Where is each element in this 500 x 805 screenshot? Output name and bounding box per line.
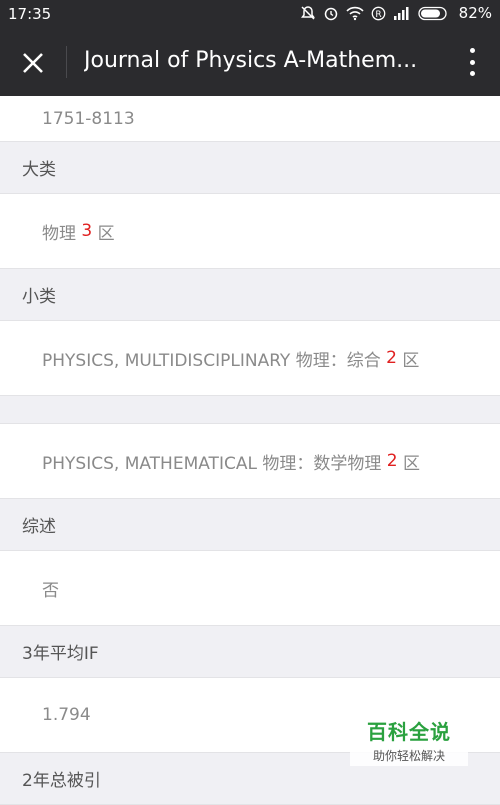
watermark-logo: 百科全说 助你轻松解决 [350, 710, 468, 766]
major-category-rank: 3 [81, 221, 93, 241]
minor-category-1-suffix: 区 [396, 350, 420, 371]
review-label-row: 综述 [0, 499, 500, 551]
journal-details: 1751-8113 大类 物理 3 区 小类 PHYSICS, MULTIDIS… [0, 96, 500, 805]
more-vertical-icon [469, 48, 475, 53]
major-category-value-row: 物理 3 区 [0, 194, 500, 269]
major-category-suffix: 区 [92, 223, 115, 244]
minor-category-row-2: PHYSICS, MATHEMATICAL 物理：数学物理 2 区 [0, 424, 500, 499]
major-category-prefix: 物理 [42, 223, 82, 244]
section-spacer [0, 396, 500, 424]
review-value: 否 [42, 580, 59, 601]
header-divider [66, 46, 67, 78]
minor-category-2-suffix: 区 [397, 453, 420, 474]
issn-value-row: 1751-8113 [0, 96, 500, 142]
battery-percent: 82% [458, 4, 492, 22]
major-category-label: 大类 [22, 160, 56, 180]
page-title: Journal of Physics A-Mathem... [84, 48, 418, 73]
watermark-subtitle: 助你轻松解决 [372, 749, 445, 763]
avg-if-label-row: 3年平均IF [0, 626, 500, 678]
svg-text:R: R [375, 10, 381, 20]
close-button[interactable] [16, 46, 50, 80]
app-header: Journal of Physics A-Mathem... [0, 28, 500, 96]
minor-category-1-rank: 2 [386, 348, 397, 368]
major-category-label-row: 大类 [0, 142, 500, 194]
wifi-icon [346, 6, 364, 21]
more-menu-button[interactable] [462, 46, 482, 78]
status-time: 17:35 [8, 5, 52, 23]
notifications-off-icon [300, 6, 315, 20]
watermark-title: 百科全说 [367, 720, 451, 744]
review-value-row: 否 [0, 551, 500, 626]
minor-category-row-1: PHYSICS, MULTIDISCIPLINARY 物理：综合 2 区 [0, 321, 500, 396]
signal-icon [393, 7, 409, 20]
status-icons: R 82% [300, 4, 492, 22]
battery-icon [418, 6, 447, 20]
issn-value: 1751-8113 [42, 108, 135, 129]
review-label: 综述 [22, 517, 56, 537]
minor-category-1-prefix: PHYSICS, MULTIDISCIPLINARY 物理：综合 [42, 350, 387, 371]
minor-category-label-row: 小类 [0, 269, 500, 321]
minor-category-2-rank: 2 [386, 451, 398, 471]
minor-category-2-prefix: PHYSICS, MATHEMATICAL 物理：数学物理 [42, 453, 387, 474]
registered-icon: R [371, 6, 386, 20]
alarm-icon [324, 7, 337, 21]
citations-label: 2年总被引 [22, 771, 101, 791]
avg-if-label: 3年平均IF [22, 644, 99, 664]
avg-if-value: 1.794 [42, 705, 91, 725]
close-icon [23, 53, 43, 73]
minor-category-label: 小类 [22, 287, 56, 307]
status-bar: 17:35 R 82% [0, 0, 500, 28]
